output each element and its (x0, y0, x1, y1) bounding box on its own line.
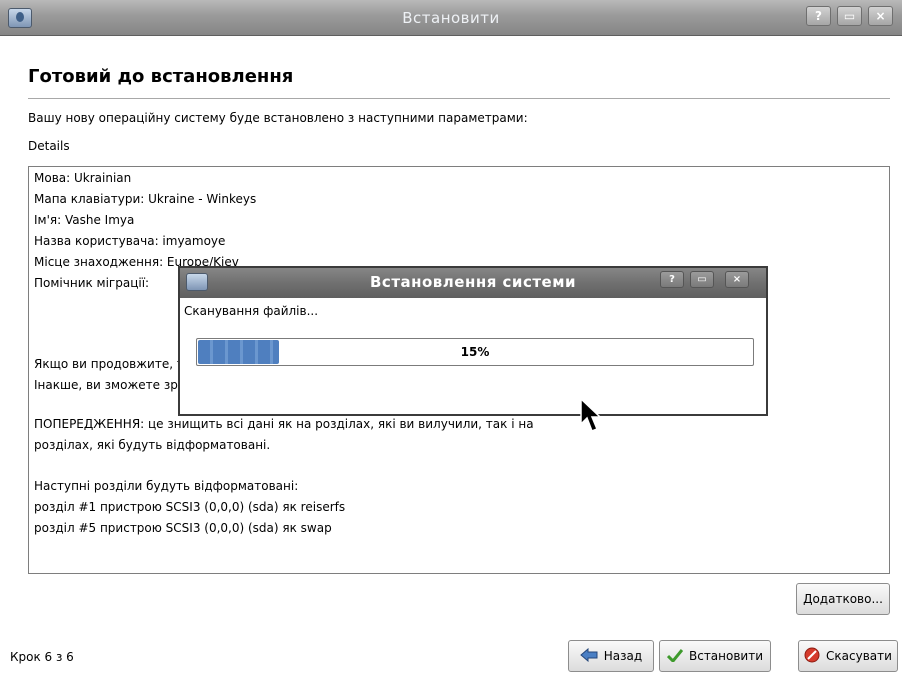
detail-line: розділ #5 пристрою SCSI3 (0,0,0) (sda) я… (34, 521, 332, 535)
step-indicator: Крок 6 з 6 (10, 650, 74, 664)
dialog-close-icon[interactable]: × (725, 271, 749, 288)
install-progress-dialog: Встановлення системи ? ▭ × Сканування фа… (178, 266, 768, 416)
help-icon[interactable]: ? (806, 6, 831, 26)
detail-line: Мапа клавіатури: Ukraine - Winkeys (34, 192, 257, 206)
close-icon[interactable]: × (868, 6, 893, 26)
cancel-icon (804, 647, 820, 666)
checkmark-icon (666, 648, 684, 665)
install-button[interactable]: Встановити (659, 640, 771, 672)
details-label: Details (28, 139, 70, 153)
progress-bar: 15% (196, 338, 754, 366)
progress-percent: 15% (460, 345, 490, 359)
heading-divider (28, 98, 890, 99)
detail-line: Назва користувача: imyamoye (34, 234, 226, 248)
window-title: Встановити (402, 9, 500, 27)
dialog-titlebar[interactable]: Встановлення системи ? ▭ × (180, 268, 766, 298)
dialog-help-icon[interactable]: ? (660, 271, 684, 288)
arrow-left-icon (580, 647, 598, 665)
detail-line: Помічник міграції: (34, 276, 150, 290)
advanced-button[interactable]: Додатково... (796, 583, 890, 615)
window-titlebar[interactable]: Встановити ? ▭ × (0, 0, 902, 36)
install-button-label: Встановити (688, 649, 764, 663)
detail-line: Мова: Ukrainian (34, 171, 132, 185)
advanced-button-label: Додатково... (803, 592, 883, 606)
detail-line: розділ #1 пристрою SCSI3 (0,0,0) (sda) я… (34, 500, 346, 514)
intro-text: Вашу нову операційну систему буде встано… (28, 111, 528, 125)
detail-line: ПОПЕРЕДЖЕННЯ: це знищить всі дані як на … (34, 417, 534, 431)
cancel-button[interactable]: Скасувати (798, 640, 898, 672)
back-button-label: Назад (603, 649, 643, 663)
mouse-pointer-icon (580, 397, 602, 437)
dialog-maximize-icon[interactable]: ▭ (690, 271, 714, 288)
detail-line: Наступні розділи будуть відформатовані: (34, 479, 299, 493)
detail-line: Якщо ви продовжите, т (34, 357, 184, 371)
maximize-icon[interactable]: ▭ (837, 6, 862, 26)
detail-line: розділах, які будуть відформатовані. (34, 438, 271, 452)
page-title: Готовий до встановлення (28, 66, 294, 87)
detail-line: Інакше, ви зможете зро (34, 378, 186, 392)
cancel-button-label: Скасувати (826, 649, 892, 663)
scan-status: Сканування файлів... (184, 304, 319, 318)
detail-line: Ім'я: Vashe Imya (34, 213, 135, 227)
back-button[interactable]: Назад (568, 640, 654, 672)
